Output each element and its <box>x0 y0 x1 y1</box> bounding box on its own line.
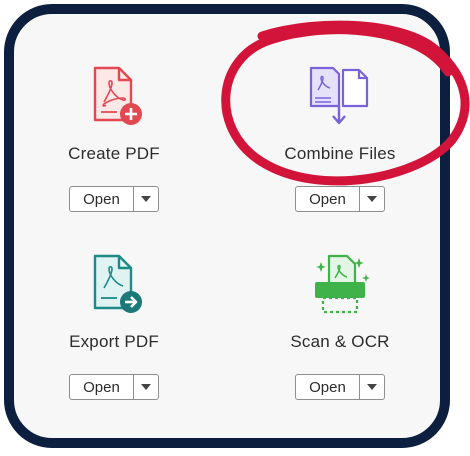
open-button-label[interactable]: Open <box>296 187 360 211</box>
export-pdf-open-button[interactable]: Open <box>69 374 159 400</box>
open-button-label[interactable]: Open <box>70 375 134 399</box>
dropdown-arrow-icon[interactable] <box>134 375 158 399</box>
create-pdf-icon <box>93 66 142 125</box>
tools-panel: Create PDF Open Combine Files Open Expor… <box>4 4 450 448</box>
dropdown-arrow-icon[interactable] <box>360 375 384 399</box>
combine-files-open-button[interactable]: Open <box>295 186 385 212</box>
tool-label-combine-files: Combine Files <box>284 144 396 163</box>
combine-files-icon <box>309 66 369 125</box>
create-pdf-open-button[interactable]: Open <box>69 186 159 212</box>
tool-scan-ocr[interactable]: Scan & OCR Open <box>240 250 440 420</box>
open-button-label[interactable]: Open <box>296 375 360 399</box>
tool-combine-files[interactable]: Combine Files Open <box>240 62 440 232</box>
tool-label-create-pdf: Create PDF <box>68 144 160 163</box>
dropdown-arrow-icon[interactable] <box>134 187 158 211</box>
tool-export-pdf[interactable]: Export PDF Open <box>14 250 214 420</box>
dropdown-arrow-icon[interactable] <box>360 187 384 211</box>
screenshot-stage: Create PDF Open Combine Files Open Expor… <box>0 0 470 456</box>
tool-create-pdf[interactable]: Create PDF Open <box>14 62 214 232</box>
tool-label-export-pdf: Export PDF <box>69 332 159 351</box>
scan-ocr-open-button[interactable]: Open <box>295 374 385 400</box>
export-pdf-icon <box>93 254 142 313</box>
open-button-label[interactable]: Open <box>70 187 134 211</box>
scan-ocr-icon <box>315 254 370 314</box>
tool-label-scan-ocr: Scan & OCR <box>290 332 390 351</box>
